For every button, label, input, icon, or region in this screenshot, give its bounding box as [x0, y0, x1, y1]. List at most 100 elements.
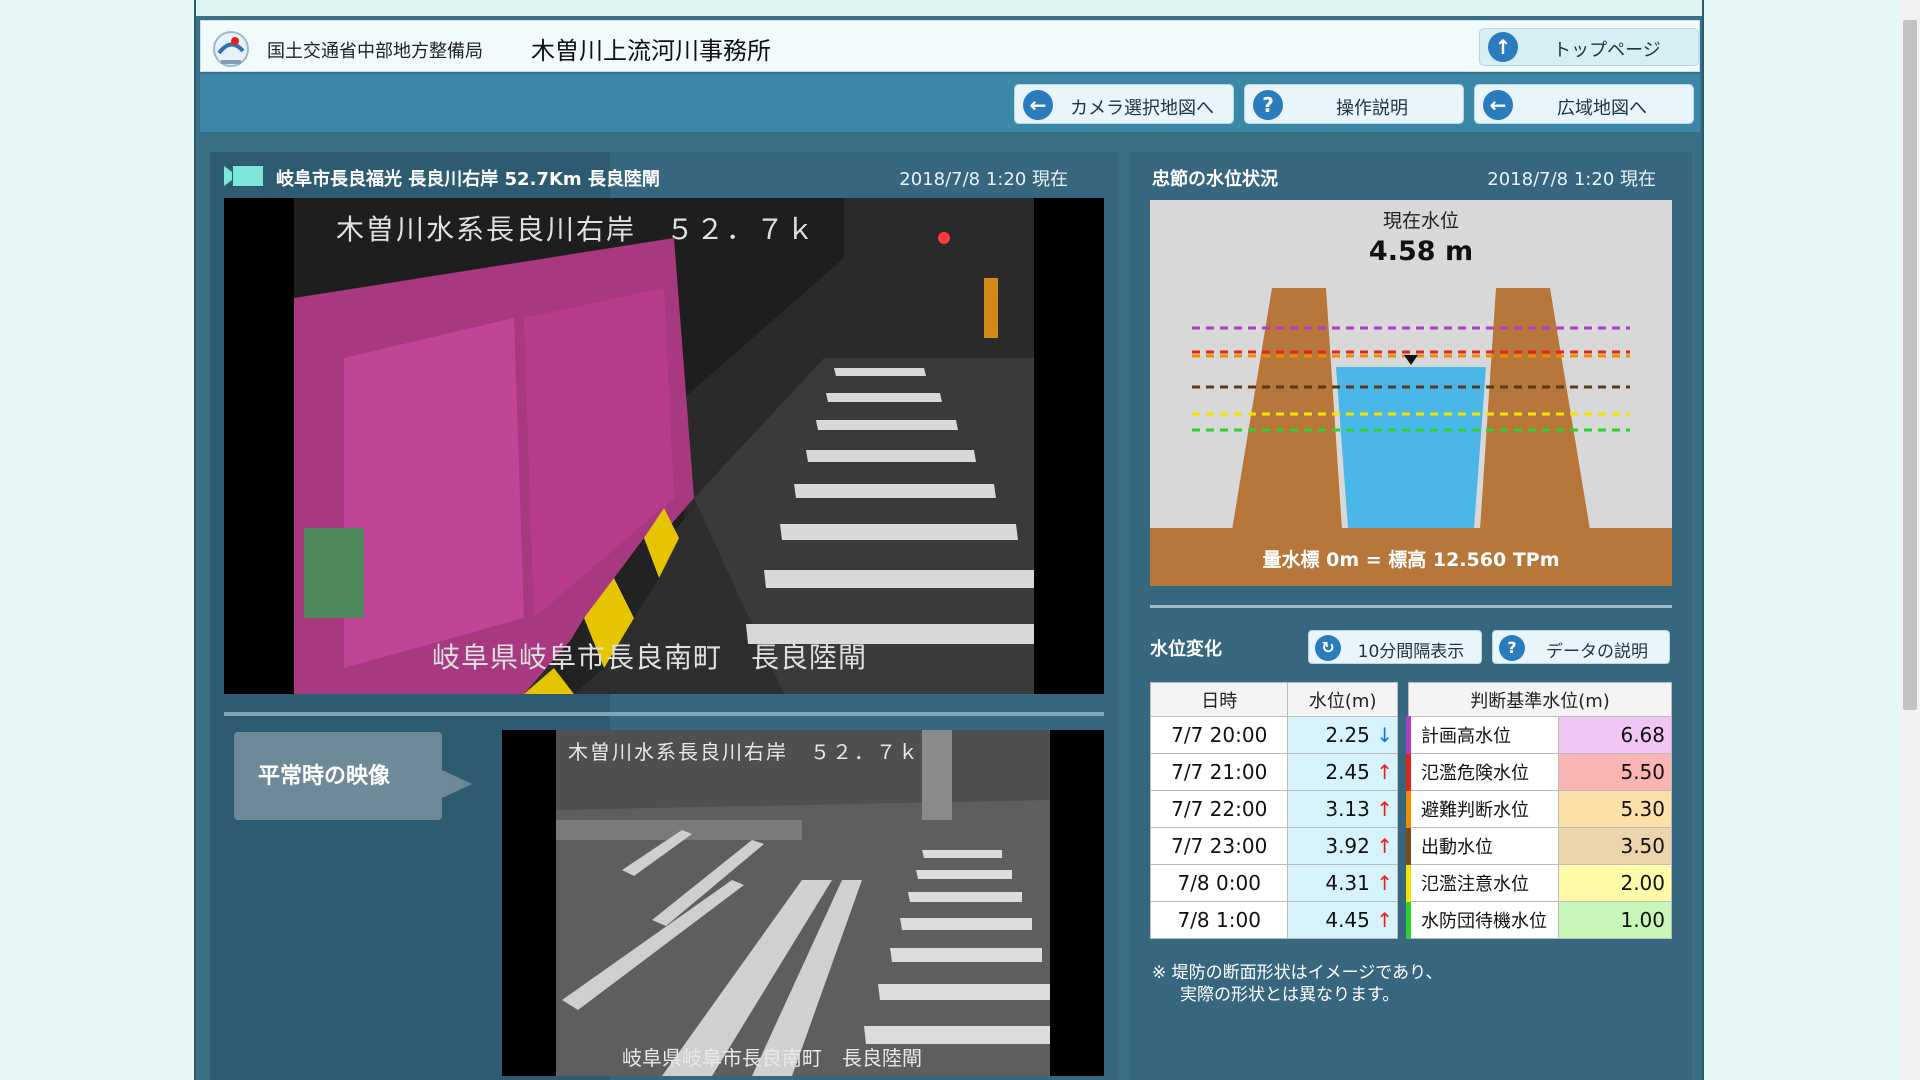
interval-10min-button[interactable]: ↻ 10分間隔表示	[1308, 630, 1482, 664]
history-date: 7/8 0:00	[1149, 864, 1289, 902]
top-page-button[interactable]: ↑ トップページ	[1479, 28, 1699, 66]
trend-up-icon: ↑	[1376, 834, 1393, 858]
history-value: 4.45	[1325, 908, 1370, 932]
history-value-cell: 3.92 ↑	[1287, 827, 1398, 865]
label-pointer	[442, 770, 472, 798]
camera-map-button[interactable]: ← カメラ選択地図へ	[1014, 84, 1234, 124]
criteria-table: 判断基準水位(m) 計画高水位 6.68 氾濫危険水位 5.50 避難判断水位 5.3…	[1406, 682, 1672, 939]
water-level-title: 忠節の水位状況	[1152, 169, 1278, 190]
arrow-left-icon: ←	[1023, 90, 1053, 120]
help-icon: ?	[1253, 90, 1283, 120]
table-row: 出動水位 3.50	[1406, 827, 1672, 865]
disclaimer-note: ※ 堤防の断面形状はイメージであり、 実際の形状とは異なります。	[1152, 962, 1442, 1006]
table-row: 7/8 0:00 4.31 ↑	[1149, 864, 1398, 902]
normal-camera-image[interactable]: 木曽川水系長良川右岸 ５２．７ｋ 岐阜県岐阜市長良南町 長良陸閘	[502, 730, 1104, 1076]
camera-panel: 岐阜市長良福光 長良川右岸 52.7Km 長良陸閘 2018/7/8 1:20 …	[210, 152, 1118, 1080]
camera-icon	[224, 166, 263, 186]
table-row: 7/7 22:00 3.13 ↑	[1149, 790, 1398, 828]
table-row: 氾濫危険水位 5.50	[1406, 753, 1672, 791]
camera-map-label: カメラ選択地図へ	[1070, 98, 1214, 119]
ministry-logo-icon	[213, 31, 249, 67]
scrollbar-thumb[interactable]	[1903, 20, 1917, 710]
trend-up-icon: ↑	[1376, 908, 1393, 932]
criteria-name: 避難判断水位	[1406, 790, 1559, 828]
arrow-up-icon: ↑	[1488, 32, 1518, 62]
criteria-name: 水防団待機水位	[1406, 901, 1559, 939]
normal-view-text: 平常時の映像	[258, 764, 391, 789]
help-label: 操作説明	[1336, 98, 1408, 119]
criteria-name: 氾濫危険水位	[1406, 753, 1559, 791]
note-line-1: ※ 堤防の断面形状はイメージであり、	[1152, 963, 1443, 983]
history-value: 2.25	[1325, 723, 1370, 747]
history-table: 日時 水位(m) 7/7 20:00 2.25 ↓ 7/7 21:00 2.45…	[1149, 682, 1398, 939]
history-date: 7/7 21:00	[1149, 753, 1289, 791]
section-divider	[224, 712, 1104, 716]
history-value-cell: 2.45 ↑	[1287, 753, 1398, 791]
interval-10min-label: 10分間隔表示	[1357, 642, 1465, 662]
history-value: 3.13	[1325, 797, 1370, 821]
note-line-2: 実際の形状とは異なります。	[1180, 985, 1400, 1005]
criteria-name: 計画高水位	[1406, 716, 1559, 754]
history-value: 3.92	[1325, 834, 1370, 858]
help-icon: ?	[1499, 635, 1525, 661]
criteria-name: 出動水位	[1406, 827, 1559, 865]
top-page-label: トップページ	[1553, 40, 1661, 61]
site-header: 国土交通省中部地方整備局 木曽川上流河川事務所 ↑ トップページ	[200, 20, 1700, 72]
criteria-value: 1.00	[1558, 901, 1672, 939]
trend-up-icon: ↑	[1376, 871, 1393, 895]
page-scrollbar[interactable]	[1900, 0, 1920, 1080]
criteria-value: 5.50	[1558, 753, 1672, 791]
page-frame: 国土交通省中部地方整備局 木曽川上流河川事務所 ↑ トップページ ← カメラ選択…	[194, 0, 1704, 1080]
camera-time: 2018/7/8 1:20 現在	[899, 169, 1068, 190]
ministry-name: 国土交通省中部地方整備局	[267, 41, 483, 62]
current-level-label: 現在水位	[1383, 210, 1459, 232]
history-date: 7/7 23:00	[1149, 827, 1289, 865]
history-header-level: 水位(m)	[1287, 682, 1398, 717]
criteria-name: 氾濫注意水位	[1406, 864, 1559, 902]
live-camera-image[interactable]: 木曽川水系長良川右岸 ５２．７ｋ 岐阜県岐阜市長良南町 長良陸閘	[224, 198, 1104, 694]
history-date: 7/7 22:00	[1149, 790, 1289, 828]
river-water	[1336, 367, 1486, 528]
normal-overlay-bottom: 岐阜県岐阜市長良南町 長良陸閘	[622, 1046, 922, 1070]
history-value: 2.45	[1325, 760, 1370, 784]
history-value-cell: 4.45 ↑	[1287, 901, 1398, 939]
normal-view-label: 平常時の映像	[234, 732, 442, 820]
table-row: 7/8 1:00 4.45 ↑	[1149, 901, 1398, 939]
trend-up-icon: ↑	[1376, 797, 1393, 821]
table-row: 避難判断水位 5.30	[1406, 790, 1672, 828]
top-strip	[196, 0, 1702, 16]
nav-bar: ← カメラ選択地図へ ? 操作説明 ← 広域地図へ	[200, 74, 1700, 132]
normal-overlay-top: 木曽川水系長良川右岸 ５２．７ｋ	[568, 740, 920, 764]
help-button[interactable]: ? 操作説明	[1244, 84, 1464, 124]
wide-map-label: 広域地図へ	[1557, 98, 1647, 119]
live-overlay-bottom: 岐阜県岐阜市長良南町 長良陸閘	[432, 641, 868, 674]
office-name: 木曽川上流河川事務所	[531, 37, 771, 65]
table-row: 水防団待機水位 1.00	[1406, 901, 1672, 939]
criteria-value: 5.30	[1558, 790, 1672, 828]
camera-title: 岐阜市長良福光 長良川右岸 52.7Km 長良陸閘	[276, 169, 660, 190]
criteria-value: 3.50	[1558, 827, 1672, 865]
table-row: 氾濫注意水位 2.00	[1406, 864, 1672, 902]
water-level-time: 2018/7/8 1:20 現在	[1487, 169, 1656, 190]
history-value-cell: 2.25 ↓	[1287, 716, 1398, 754]
data-explanation-label: データの説明	[1546, 642, 1648, 662]
history-value: 4.31	[1325, 871, 1370, 895]
data-explanation-button[interactable]: ? データの説明	[1492, 630, 1670, 664]
water-level-panel: 忠節の水位状況 2018/7/8 1:20 現在 現在水位 4.58 m 量水標…	[1130, 152, 1692, 1080]
arrow-left-icon: ←	[1483, 90, 1513, 120]
trend-up-icon: ↑	[1376, 760, 1393, 784]
table-row: 7/7 21:00 2.45 ↑	[1149, 753, 1398, 791]
levee-cross-section: 現在水位 4.58 m 量水標 0m = 標高 12.560 TPm	[1150, 200, 1672, 586]
trend-down-icon: ↓	[1376, 723, 1393, 747]
datum-label: 量水標 0m = 標高 12.560 TPm	[1262, 548, 1559, 571]
table-row: 7/7 20:00 2.25 ↓	[1149, 716, 1398, 754]
history-value-cell: 3.13 ↑	[1287, 790, 1398, 828]
wide-map-button[interactable]: ← 広域地図へ	[1474, 84, 1694, 124]
history-header-date: 日時	[1149, 682, 1289, 717]
criteria-value: 2.00	[1558, 864, 1672, 902]
history-value-cell: 4.31 ↑	[1287, 864, 1398, 902]
table-row: 7/7 23:00 3.92 ↑	[1149, 827, 1398, 865]
live-overlay-top: 木曽川水系長良川右岸 ５２．７ｋ	[336, 213, 817, 246]
history-date: 7/8 1:00	[1149, 901, 1289, 939]
criteria-value: 6.68	[1558, 716, 1672, 754]
